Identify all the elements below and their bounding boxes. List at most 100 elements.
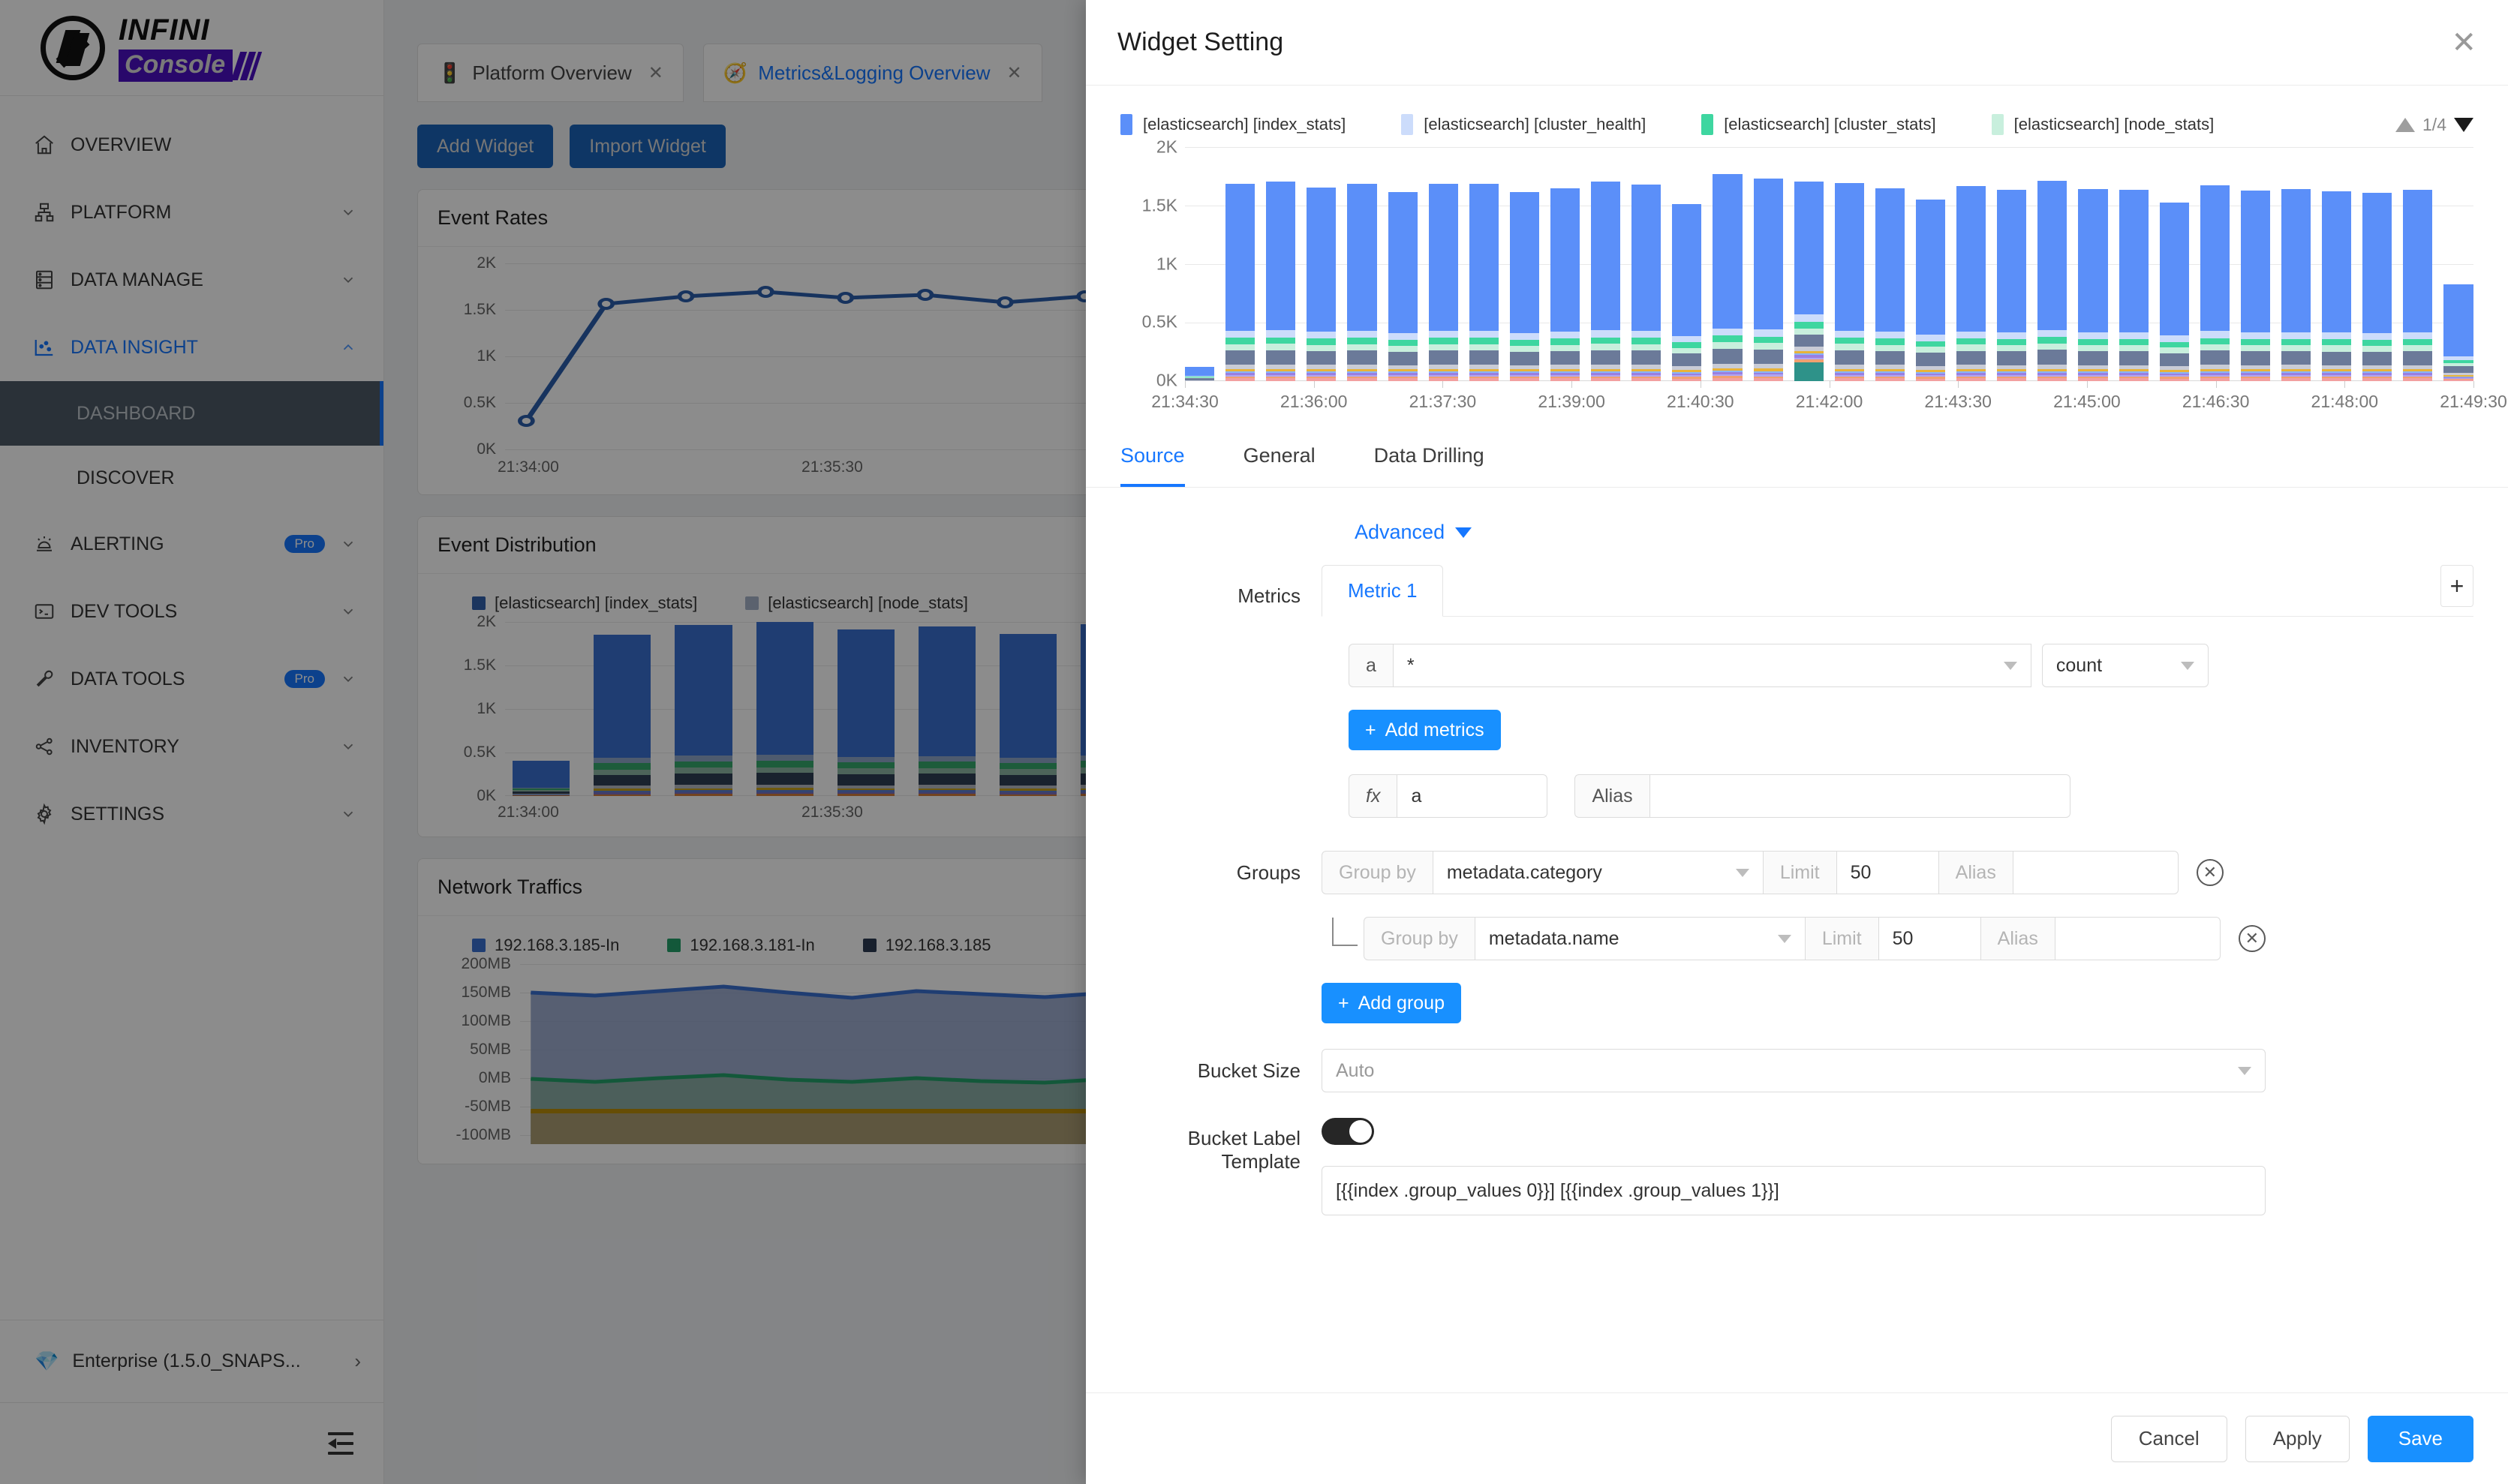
legend-item[interactable]: [elasticsearch] [cluster_stats] [1701, 114, 1936, 135]
metric-tabs: Metric 1 + [1322, 565, 2473, 617]
limit-input[interactable]: 50 [1878, 917, 1981, 960]
legend-page-down-icon[interactable] [2454, 117, 2473, 132]
bar[interactable] [1997, 147, 2027, 381]
bar[interactable] [2443, 147, 2473, 381]
bar-segment [1225, 344, 1256, 351]
tab-metric-1[interactable]: Metric 1 [1322, 565, 1444, 617]
bar[interactable] [2037, 147, 2067, 381]
bar-segment [1550, 350, 1580, 365]
legend-item[interactable]: [elasticsearch] [index_stats] [1120, 114, 1346, 135]
add-metric-tab-button[interactable]: + [2440, 565, 2473, 607]
bar[interactable] [1550, 147, 1580, 381]
bar[interactable] [1631, 147, 1661, 381]
bucket-label-template-input[interactable]: [{{index .group_values 0}}] [{{index .gr… [1322, 1166, 2266, 1215]
bar[interactable] [1307, 147, 1337, 381]
bar-segment [1509, 332, 1540, 340]
tab-data-drilling[interactable]: Data Drilling [1374, 425, 1484, 487]
bar[interactable] [1875, 147, 1905, 381]
remove-group-icon[interactable]: ✕ [2196, 859, 2224, 886]
add-group-button[interactable]: + Add group [1322, 983, 1461, 1023]
bar[interactable] [1915, 147, 1946, 381]
bar-segment [1469, 350, 1499, 365]
bar[interactable] [1591, 147, 1621, 381]
legend-item[interactable]: [elasticsearch] [node_stats] [1991, 114, 2214, 135]
group-alias-input[interactable] [2055, 917, 2221, 960]
bar[interactable] [1225, 147, 1256, 381]
bar[interactable] [1713, 147, 1743, 381]
bar[interactable] [1347, 147, 1377, 381]
advanced-toggle[interactable]: Advanced [1355, 521, 1472, 544]
bar-segment [1307, 350, 1337, 365]
bucket-size-select[interactable]: Auto [1322, 1049, 2266, 1092]
bar-segment [1550, 332, 1580, 339]
bar-segment [1225, 350, 1256, 365]
remove-group-icon[interactable]: ✕ [2238, 925, 2266, 952]
bar-segment [1347, 331, 1377, 338]
metric-prefix: a [1349, 644, 1394, 687]
bar[interactable] [2200, 147, 2230, 381]
bar[interactable] [1428, 147, 1458, 381]
bar[interactable] [1469, 147, 1499, 381]
bar[interactable] [1509, 147, 1540, 381]
metric-agg-select[interactable]: count [2041, 644, 2209, 687]
advanced-label: Advanced [1355, 521, 1445, 543]
bar-segment [1631, 350, 1661, 365]
group-field-select[interactable]: metadata.name [1475, 917, 1806, 960]
bar[interactable] [2281, 147, 2311, 381]
groups-section: Groups Group by metadata.category Limit … [1120, 851, 2473, 1023]
bar[interactable] [2240, 147, 2270, 381]
close-icon[interactable]: ✕ [2451, 28, 2476, 58]
y-tick: 0.5K [1141, 311, 1177, 332]
apply-button[interactable]: Apply [2245, 1415, 2350, 1462]
group-alias-input[interactable] [2013, 851, 2179, 894]
legend-page-up-icon[interactable] [2395, 117, 2416, 132]
bar-segment [2159, 347, 2189, 353]
bar-segment [2443, 365, 2473, 374]
y-tick: 0K [1156, 370, 1177, 390]
bar[interactable] [1956, 147, 1986, 381]
bar-segment [2362, 339, 2392, 346]
legend-label: [elasticsearch] [cluster_stats] [1724, 115, 1936, 134]
bar[interactable] [1834, 147, 1864, 381]
metric-field-select[interactable]: * [1393, 644, 2031, 687]
tab-source[interactable]: Source [1120, 425, 1185, 487]
bar[interactable] [1753, 147, 1783, 381]
bar-segment [2078, 189, 2108, 332]
add-group-label: Add group [1358, 992, 1445, 1014]
bar[interactable] [1794, 147, 1824, 381]
bar-segment [1388, 345, 1418, 352]
bar-segment [1591, 330, 1621, 338]
bar[interactable] [1185, 147, 1215, 381]
group-field-select[interactable]: metadata.category [1433, 851, 1764, 894]
alias-input[interactable] [1649, 774, 2070, 818]
bar[interactable] [2119, 147, 2149, 381]
bar[interactable] [2322, 147, 2352, 381]
plus-icon: + [1338, 992, 1349, 1014]
bucket-label-template-toggle[interactable] [1322, 1118, 1374, 1145]
metrics-section: Metrics Metric 1 + a * count + Add metri… [1120, 565, 2473, 818]
bar[interactable] [2362, 147, 2392, 381]
bar-segment [2362, 351, 2392, 365]
bar-segment [1550, 344, 1580, 351]
bar[interactable] [1388, 147, 1418, 381]
bar[interactable] [2159, 147, 2189, 381]
bar-segment [1753, 343, 1783, 350]
bar-segment [1794, 329, 1824, 335]
bar[interactable] [1266, 147, 1296, 381]
bar[interactable] [1672, 147, 1702, 381]
bar[interactable] [2403, 147, 2433, 381]
bar-segment [2240, 351, 2270, 365]
group-alias-label: Alias [1938, 851, 2013, 894]
cancel-button[interactable]: Cancel [2110, 1415, 2227, 1462]
bar-segment [2443, 284, 2473, 357]
bar-segment [2037, 337, 2067, 344]
bar-segment [2281, 332, 2311, 339]
bar-segment [2240, 339, 2270, 346]
save-button[interactable]: Save [2367, 1415, 2473, 1462]
tab-general[interactable]: General [1243, 425, 1316, 487]
add-metrics-button[interactable]: + Add metrics [1349, 710, 1501, 750]
legend-item[interactable]: [elasticsearch] [cluster_health] [1401, 114, 1646, 135]
bar[interactable] [2078, 147, 2108, 381]
formula-input[interactable]: a [1397, 774, 1548, 818]
limit-input[interactable]: 50 [1836, 851, 1939, 894]
